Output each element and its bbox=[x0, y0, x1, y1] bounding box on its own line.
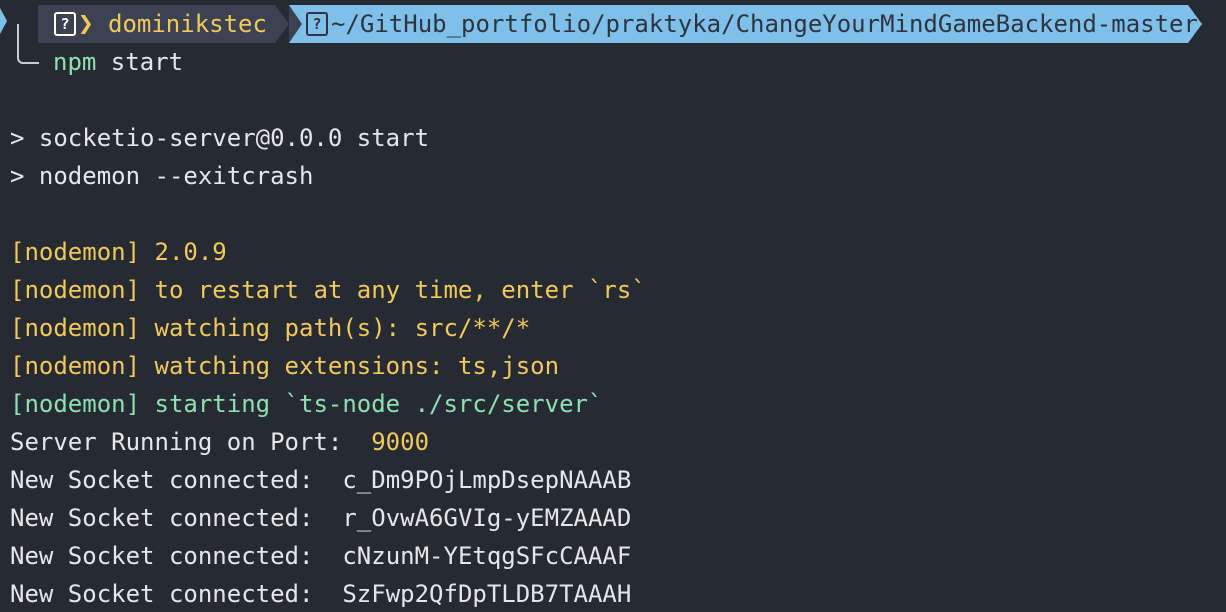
socket-line: New Socket connected: SzFwp2QfDpTLDB7TAA… bbox=[10, 575, 631, 612]
prompt-path-segment-notch bbox=[289, 5, 302, 43]
server-port: 9000 bbox=[371, 428, 430, 456]
nodemon-version-line: [nodemon] 2.0.9 bbox=[10, 233, 227, 271]
command-name: npm bbox=[53, 48, 97, 76]
npm-script-line: > socketio-server@0.0.0 start bbox=[10, 124, 430, 152]
command-args: start bbox=[96, 48, 184, 76]
nodemon-starting-line: [nodemon] starting `ts-node ./src/server… bbox=[10, 385, 602, 423]
nodemon-watch-path-text: watching path(s): src/**/* bbox=[140, 314, 531, 342]
nodemon-watch-ext-text: watching extensions: ts,json bbox=[140, 352, 560, 380]
nodemon-watch-ext-line: [nodemon] watching extensions: ts,json bbox=[10, 347, 559, 385]
nodemon-watch-path-line: [nodemon] watching path(s): src/**/* bbox=[10, 309, 530, 347]
nodemon-restart-line: [nodemon] to restart at any time, enter … bbox=[10, 271, 646, 309]
socket-label: New Socket connected: bbox=[10, 580, 343, 608]
nodemon-version: 2.0.9 bbox=[140, 238, 227, 266]
prompt-username: dominikstec bbox=[108, 10, 267, 38]
npm-script-command-line: > nodemon --exitcrash bbox=[10, 162, 314, 190]
nodemon-tag: [nodemon] bbox=[10, 276, 141, 304]
nodemon-restart-text: to restart at any time, enter `rs` bbox=[140, 276, 646, 304]
socket-id: cNzunM-YEtqgSFcCAAAF bbox=[342, 542, 632, 570]
user-icon: ? bbox=[54, 12, 76, 36]
nodemon-tag: [nodemon] bbox=[10, 314, 141, 342]
server-label: Server Running on Port: bbox=[10, 428, 372, 456]
prompt-tree-connector bbox=[17, 24, 39, 64]
socket-label: New Socket connected: bbox=[10, 542, 343, 570]
socket-label: New Socket connected: bbox=[10, 504, 343, 532]
command-line[interactable]: npm start bbox=[53, 43, 183, 81]
socket-label: New Socket connected: bbox=[10, 466, 343, 494]
prompt-marker-icon bbox=[0, 8, 7, 34]
nodemon-starting-text: starting `ts-node ./src/server` bbox=[140, 390, 603, 418]
chevron-right-icon: ❯ bbox=[78, 9, 94, 39]
socket-line: New Socket connected: r_OvwA6GVIg-yEMZAA… bbox=[10, 499, 631, 537]
socket-line: New Socket connected: cNzunM-YEtqgSFcCAA… bbox=[10, 537, 631, 575]
server-running-line: Server Running on Port: 9000 bbox=[10, 423, 429, 461]
nodemon-tag: [nodemon] bbox=[10, 390, 141, 418]
socket-line: New Socket connected: c_Dm9POjLmpDsepNAA… bbox=[10, 461, 631, 499]
folder-icon: ? bbox=[306, 12, 328, 36]
prompt-path: ~/GitHub_portfolio/praktyka/ChangeYourMi… bbox=[331, 10, 1198, 38]
prompt-user-segment-arrow bbox=[275, 5, 289, 43]
socket-id: r_OvwA6GVIg-yEMZAAAD bbox=[342, 504, 632, 532]
nodemon-tag: [nodemon] bbox=[10, 238, 141, 266]
nodemon-tag: [nodemon] bbox=[10, 352, 141, 380]
socket-id: SzFwp2QfDpTLDB7TAAAH bbox=[342, 580, 632, 608]
socket-id: c_Dm9POjLmpDsepNAAAB bbox=[342, 466, 632, 494]
